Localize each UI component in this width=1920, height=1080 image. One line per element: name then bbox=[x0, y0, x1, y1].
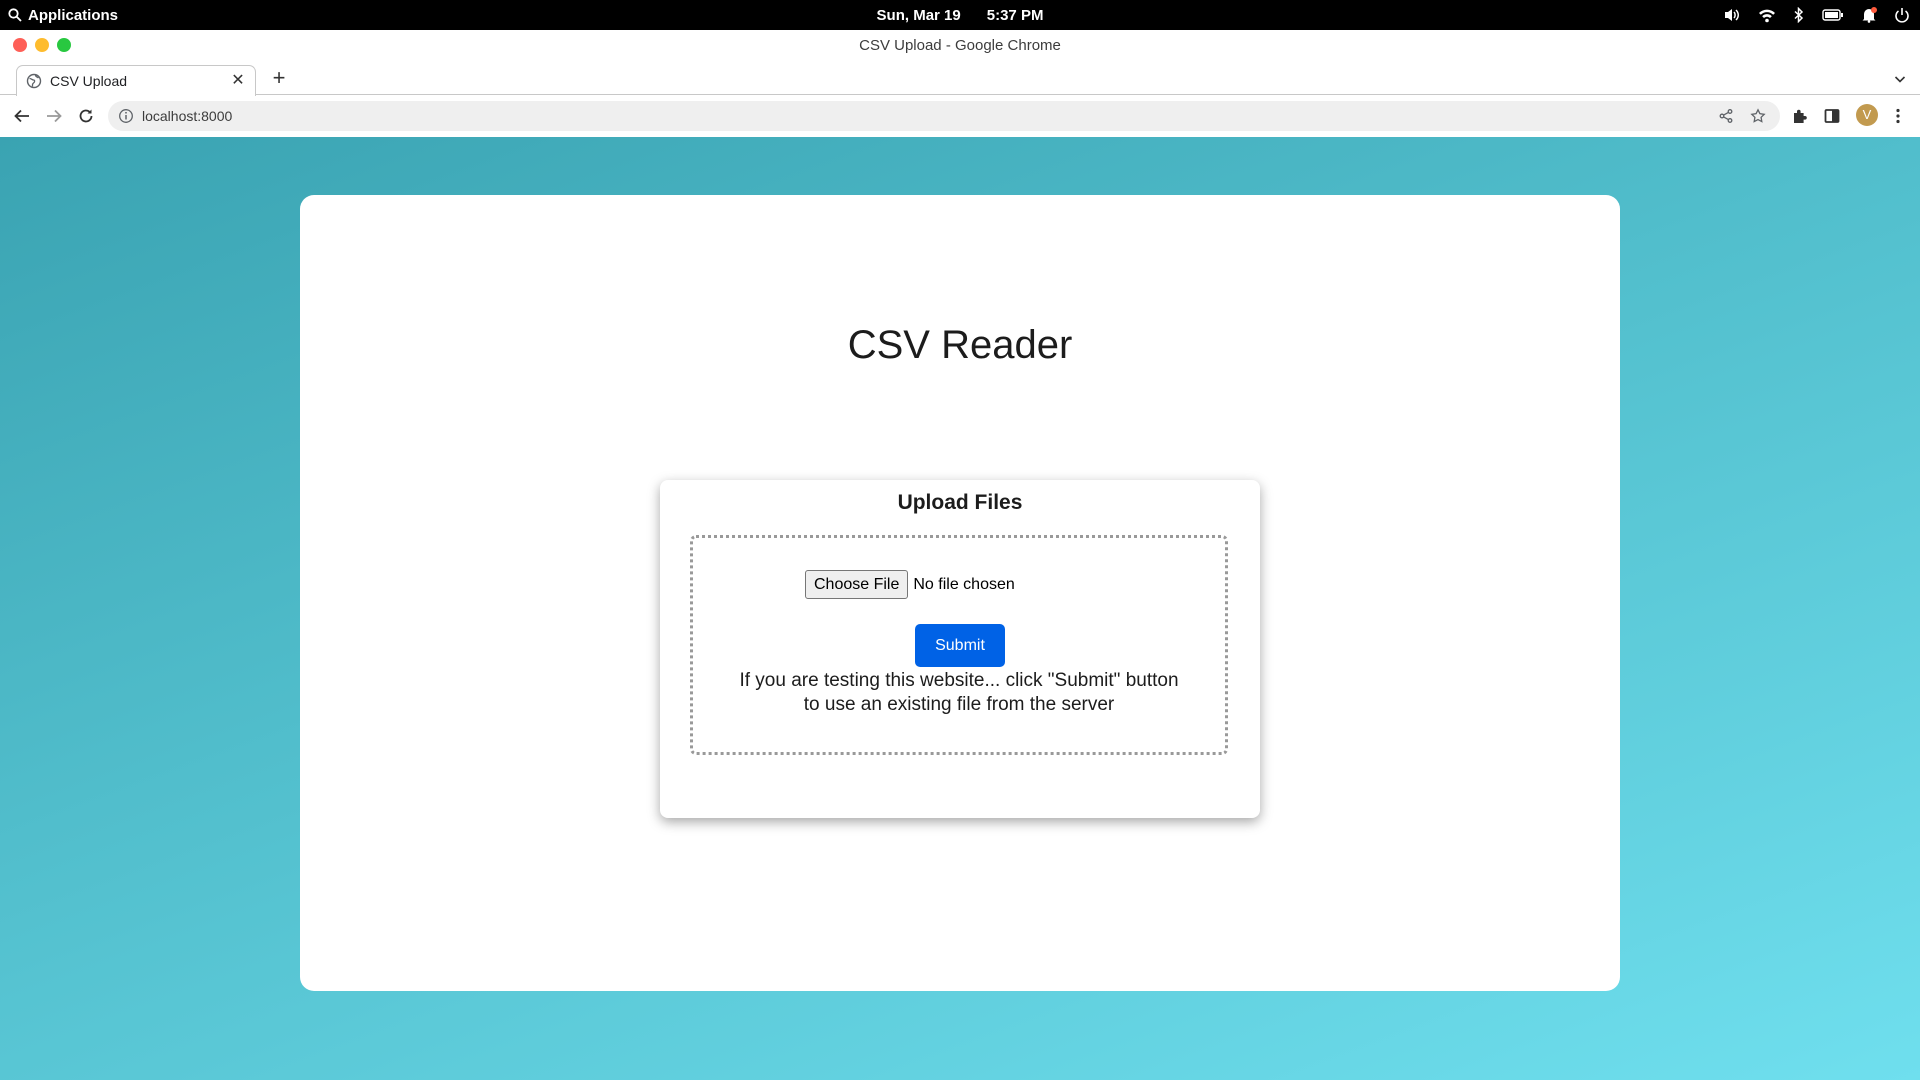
battery-icon[interactable] bbox=[1822, 8, 1844, 22]
address-url: localhost:8000 bbox=[142, 108, 233, 124]
profile-avatar[interactable]: V bbox=[1856, 104, 1878, 126]
reload-icon bbox=[79, 109, 93, 123]
power-icon[interactable] bbox=[1894, 7, 1910, 23]
bluetooth-icon[interactable] bbox=[1793, 7, 1805, 23]
address-bar[interactable]: localhost:8000 bbox=[108, 101, 1780, 131]
bookmark-star-icon[interactable] bbox=[1748, 106, 1768, 126]
new-tab-button[interactable]: + bbox=[268, 67, 290, 89]
tab-csv-upload[interactable]: CSV Upload ✕ bbox=[16, 65, 256, 96]
tab-label: CSV Upload bbox=[50, 73, 128, 89]
testing-hint-line-1: If you are testing this website... click… bbox=[739, 670, 1179, 691]
back-button[interactable] bbox=[12, 106, 32, 126]
arrow-right-icon bbox=[47, 109, 62, 123]
clock-time: 5:37 PM bbox=[986, 6, 1044, 24]
testing-hint-line-2: to use an existing file from the server bbox=[803, 694, 1115, 715]
os-top-bar: Applications Sun, Mar 19 5:37 PM bbox=[0, 0, 1920, 30]
main-card: CSV Reader Upload Files Choose File No f… bbox=[300, 195, 1620, 991]
volume-icon[interactable] bbox=[1723, 7, 1741, 23]
file-status-text: No file chosen bbox=[913, 575, 1015, 593]
tab-strip: CSV Upload ✕ + bbox=[0, 62, 1920, 96]
system-tray[interactable] bbox=[1723, 0, 1910, 30]
tab-search-chevron-icon[interactable] bbox=[1892, 71, 1908, 87]
site-info-icon[interactable] bbox=[118, 108, 134, 124]
choose-file-button[interactable]: Choose File bbox=[805, 570, 909, 599]
notification-bell-icon[interactable] bbox=[1861, 7, 1877, 23]
globe-icon bbox=[26, 73, 42, 89]
file-drop-zone[interactable]: Choose File No file chosen Submit If you… bbox=[690, 535, 1228, 755]
page-title: CSV Reader bbox=[847, 323, 1073, 367]
upload-panel: Upload Files Choose File No file chosen … bbox=[660, 480, 1260, 818]
forward-button[interactable] bbox=[44, 106, 64, 126]
window-title-bar: CSV Upload - Google Chrome bbox=[0, 30, 1920, 62]
browser-chrome: CSV Upload - Google Chrome CSV Upload ✕ … bbox=[0, 30, 1920, 137]
tab-close-icon[interactable]: ✕ bbox=[230, 73, 246, 89]
share-icon[interactable] bbox=[1716, 106, 1736, 126]
more-menu-icon[interactable] bbox=[1888, 106, 1908, 126]
extensions-icon[interactable] bbox=[1790, 106, 1810, 126]
clock[interactable]: Sun, Mar 19 5:37 PM bbox=[0, 0, 1920, 30]
reload-button[interactable] bbox=[76, 106, 96, 126]
navigation-bar: localhost:8000 V bbox=[0, 96, 1920, 136]
arrow-left-icon bbox=[14, 109, 29, 123]
window-title: CSV Upload - Google Chrome bbox=[859, 37, 1061, 54]
clock-date: Sun, Mar 19 bbox=[876, 6, 961, 24]
file-input[interactable]: Choose File No file chosen bbox=[805, 570, 1015, 599]
upload-heading: Upload Files bbox=[897, 491, 1023, 514]
testing-hint: If you are testing this website... click… bbox=[693, 669, 1225, 717]
side-panel-icon[interactable] bbox=[1822, 106, 1842, 126]
page-viewport: CSV Reader Upload Files Choose File No f… bbox=[0, 137, 1920, 1080]
submit-button[interactable]: Submit bbox=[915, 624, 1005, 667]
wifi-icon[interactable] bbox=[1758, 7, 1776, 23]
